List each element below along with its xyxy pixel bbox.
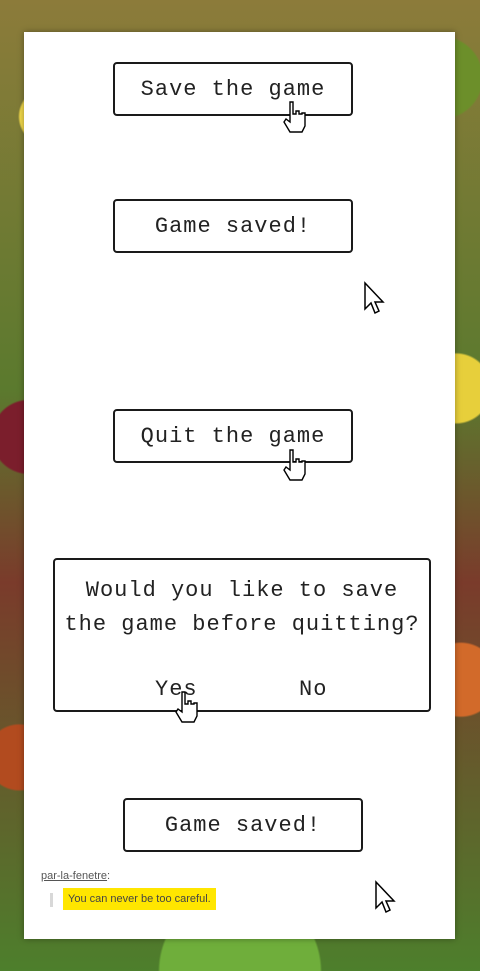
save-game-button[interactable]: Save the game bbox=[113, 62, 353, 116]
game-saved-label: Game saved! bbox=[164, 812, 322, 838]
save-before-quit-dialog: Would you like to save the game before q… bbox=[53, 558, 431, 712]
dialog-line-2: the game before quitting? bbox=[64, 612, 420, 637]
game-saved-label: Game saved! bbox=[154, 213, 312, 239]
post-credit: par-la-fenetre: bbox=[41, 870, 110, 882]
quote-text: You can never be too careful. bbox=[63, 888, 216, 910]
hand-pointer-icon bbox=[175, 691, 198, 723]
game-saved-message: Game saved! bbox=[113, 199, 353, 253]
save-game-label: Save the game bbox=[140, 76, 326, 102]
hand-pointer-icon bbox=[283, 101, 306, 133]
game-saved-message: Game saved! bbox=[123, 798, 363, 852]
credit-separator: : bbox=[107, 870, 111, 882]
author-link[interactable]: par-la-fenetre bbox=[41, 870, 107, 882]
quote-bar bbox=[50, 893, 53, 907]
dialog-question: Would you like to save the game before q… bbox=[55, 574, 429, 642]
quit-game-button[interactable]: Quit the game bbox=[113, 409, 353, 463]
dialog-line-1: Would you like to save bbox=[85, 578, 399, 603]
arrow-pointer-icon bbox=[375, 880, 396, 914]
quit-game-label: Quit the game bbox=[140, 423, 326, 449]
comic-panel: Save the game Game saved! Quit the game … bbox=[24, 32, 455, 939]
arrow-pointer-icon bbox=[364, 281, 385, 315]
hand-pointer-icon bbox=[283, 449, 306, 481]
no-button[interactable]: No bbox=[299, 677, 327, 702]
